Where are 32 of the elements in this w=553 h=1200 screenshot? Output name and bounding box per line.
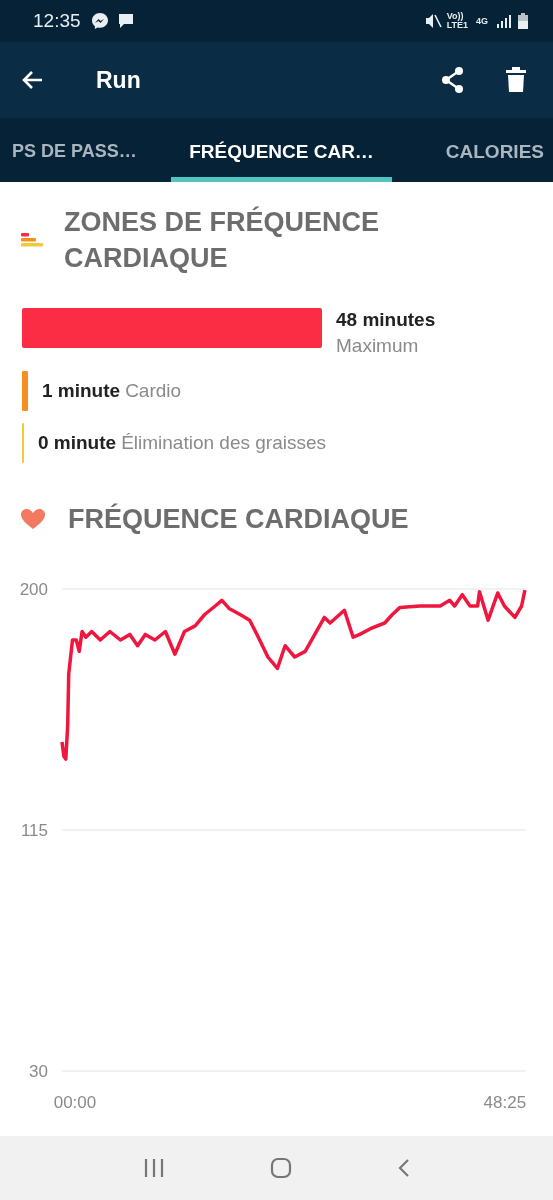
tab[interactable]: FRÉQUENCE CAR…: [171, 118, 392, 182]
y-axis-label: 30: [29, 1062, 48, 1081]
mute-icon: [423, 12, 442, 30]
message-icon: [116, 12, 135, 30]
zone-name: Élimination des graisses: [121, 432, 326, 454]
zone-duration: 0 minute: [38, 432, 117, 454]
zone-duration: 48 minutes: [336, 309, 436, 331]
tab[interactable]: PS DE PASS…: [0, 118, 140, 182]
battery-icon: [517, 12, 529, 30]
lte-label: LTE1: [446, 21, 468, 30]
section-title: ZONES DE FRÉQUENCE CARDIAQUE: [64, 205, 381, 275]
chevron-left-icon: [396, 1158, 411, 1178]
zone-name: Maximum: [336, 335, 420, 357]
network-label: 4G: [476, 16, 488, 26]
section-title: FRÉQUENCE CARDIAQUE: [68, 502, 410, 536]
heart-icon: [20, 508, 46, 530]
screen-title: Run: [96, 66, 141, 94]
zones-icon: [20, 230, 44, 250]
zone-duration: 1 minute: [42, 380, 121, 402]
zone-name: Cardio: [125, 380, 182, 402]
three-lines-icon: [142, 1158, 165, 1178]
y-axis-label: 200: [19, 580, 48, 599]
x-axis-label: 48:25: [483, 1093, 527, 1112]
trash-icon: [505, 66, 527, 94]
signal-icon: [496, 13, 512, 29]
volte-label: Vo)): [446, 12, 464, 21]
x-axis-label: 00:00: [53, 1093, 97, 1112]
rounded-square-icon: [269, 1157, 292, 1179]
tab[interactable]: CALORIES: [423, 118, 553, 182]
clock-time: 12:35: [33, 10, 81, 32]
y-axis-label: 115: [20, 821, 48, 840]
messenger-icon: [90, 12, 109, 30]
